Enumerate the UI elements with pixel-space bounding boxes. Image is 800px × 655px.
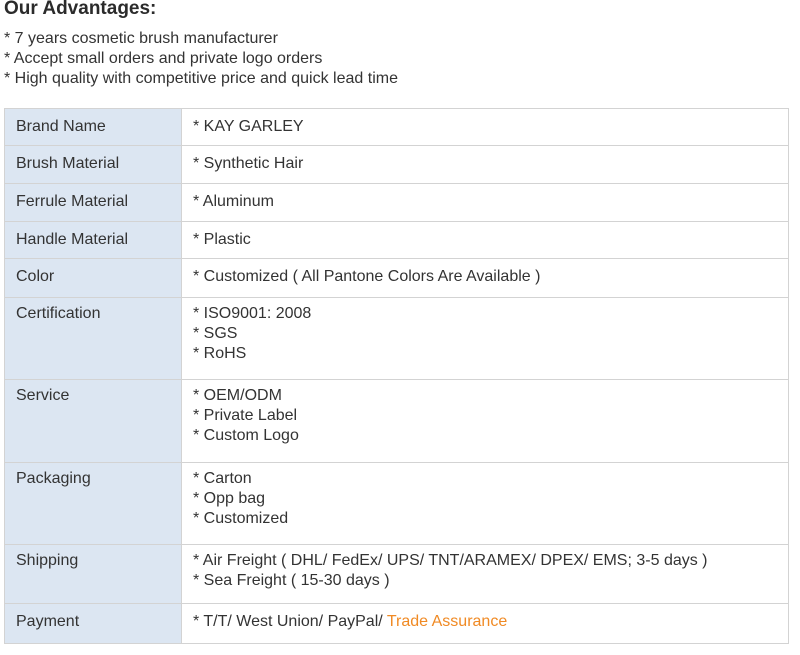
- spec-label: Ferrule Material: [4, 183, 182, 222]
- spec-row-payment: Payment * T/T/ West Union/ PayPal/ Trade…: [4, 603, 789, 644]
- spec-label: Color: [4, 258, 182, 298]
- spec-label-text: Brush Material: [16, 155, 120, 172]
- specification-table: Brand Name * KAY GARLEY Brush Material *…: [4, 108, 789, 644]
- spec-value: * Carton * Opp bag * Customized: [181, 462, 789, 545]
- spec-value-line: * SGS: [193, 325, 238, 342]
- spec-value-line: * ISO9001: 2008: [193, 305, 312, 322]
- spec-value-line: * Air Freight ( DHL/ FedEx/ UPS/ TNT/ARA…: [193, 552, 708, 569]
- spec-row-service: Service * OEM/ODM * Private Label * Cust…: [4, 379, 789, 463]
- spec-label: Brush Material: [4, 145, 182, 184]
- advantage-item: * 7 years cosmetic brush manufacturer: [4, 30, 278, 47]
- spec-label-text: Payment: [16, 613, 80, 630]
- spec-row-packaging: Packaging * Carton * Opp bag * Customize…: [4, 462, 789, 545]
- spec-label: Handle Material: [4, 221, 182, 259]
- spec-label: Service: [4, 379, 182, 463]
- spec-label: Brand Name: [4, 108, 182, 146]
- advantages-list: * 7 years cosmetic brush manufacturer * …: [4, 29, 398, 89]
- payment-methods-text: * T/T/ West Union/ PayPal/: [193, 613, 387, 630]
- spec-value-line: * Sea Freight ( 15-30 days ): [193, 572, 390, 589]
- spec-value-line: * Carton: [193, 470, 252, 487]
- trade-assurance-link[interactable]: Trade Assurance: [387, 613, 507, 630]
- spec-label: Payment: [4, 603, 182, 644]
- spec-value-line: * KAY GARLEY: [193, 118, 304, 135]
- spec-label: Shipping: [4, 544, 182, 604]
- spec-value: * Aluminum: [181, 183, 789, 222]
- spec-row-certification: Certification * ISO9001: 2008 * SGS * Ro…: [4, 297, 789, 380]
- spec-value-line: * Aluminum: [193, 193, 274, 210]
- spec-row-color: Color * Customized ( All Pantone Colors …: [4, 258, 789, 298]
- spec-row-handle-material: Handle Material * Plastic: [4, 221, 789, 259]
- spec-label-text: Brand Name: [16, 118, 106, 135]
- spec-label-text: Shipping: [16, 552, 79, 569]
- spec-row-ferrule-material: Ferrule Material * Aluminum: [4, 183, 789, 222]
- spec-value: * Air Freight ( DHL/ FedEx/ UPS/ TNT/ARA…: [181, 544, 789, 604]
- spec-value: * OEM/ODM * Private Label * Custom Logo: [181, 379, 789, 463]
- spec-label-text: Handle Material: [16, 231, 129, 248]
- spec-value-line: * Synthetic Hair: [193, 155, 304, 172]
- spec-value: * KAY GARLEY: [181, 108, 789, 146]
- spec-label-text: Color: [16, 268, 55, 285]
- spec-row-brand-name: Brand Name * KAY GARLEY: [4, 108, 789, 146]
- spec-value-line: * Opp bag: [193, 490, 266, 507]
- spec-label-text: Service: [16, 387, 70, 404]
- spec-value-line: * T/T/ West Union/ PayPal/ Trade Assuran…: [193, 612, 788, 632]
- spec-value-line: * Customized: [193, 510, 289, 527]
- spec-value-line: * Custom Logo: [193, 427, 299, 444]
- spec-label-text: Packaging: [16, 470, 91, 487]
- spec-value: * Plastic: [181, 221, 789, 259]
- spec-value-line: * OEM/ODM: [193, 387, 282, 404]
- advantage-item: * Accept small orders and private logo o…: [4, 50, 323, 67]
- spec-value-line: * Plastic: [193, 231, 251, 248]
- spec-value-line: * Customized ( All Pantone Colors Are Av…: [193, 268, 541, 285]
- spec-value: * T/T/ West Union/ PayPal/ Trade Assuran…: [181, 603, 789, 644]
- spec-value: * Synthetic Hair: [181, 145, 789, 184]
- spec-label: Certification: [4, 297, 182, 380]
- spec-label-text: Certification: [16, 305, 101, 322]
- spec-value: * Customized ( All Pantone Colors Are Av…: [181, 258, 789, 298]
- spec-value-line: * Private Label: [193, 407, 298, 424]
- spec-row-shipping: Shipping * Air Freight ( DHL/ FedEx/ UPS…: [4, 544, 789, 604]
- spec-value: * ISO9001: 2008 * SGS * RoHS: [181, 297, 789, 380]
- spec-value-line: * RoHS: [193, 345, 247, 362]
- advantage-item: * High quality with competitive price an…: [4, 70, 398, 87]
- spec-label: Packaging: [4, 462, 182, 545]
- page-title: Our Advantages:: [4, 0, 157, 19]
- spec-row-brush-material: Brush Material * Synthetic Hair: [4, 145, 789, 184]
- spec-label-text: Ferrule Material: [16, 193, 129, 210]
